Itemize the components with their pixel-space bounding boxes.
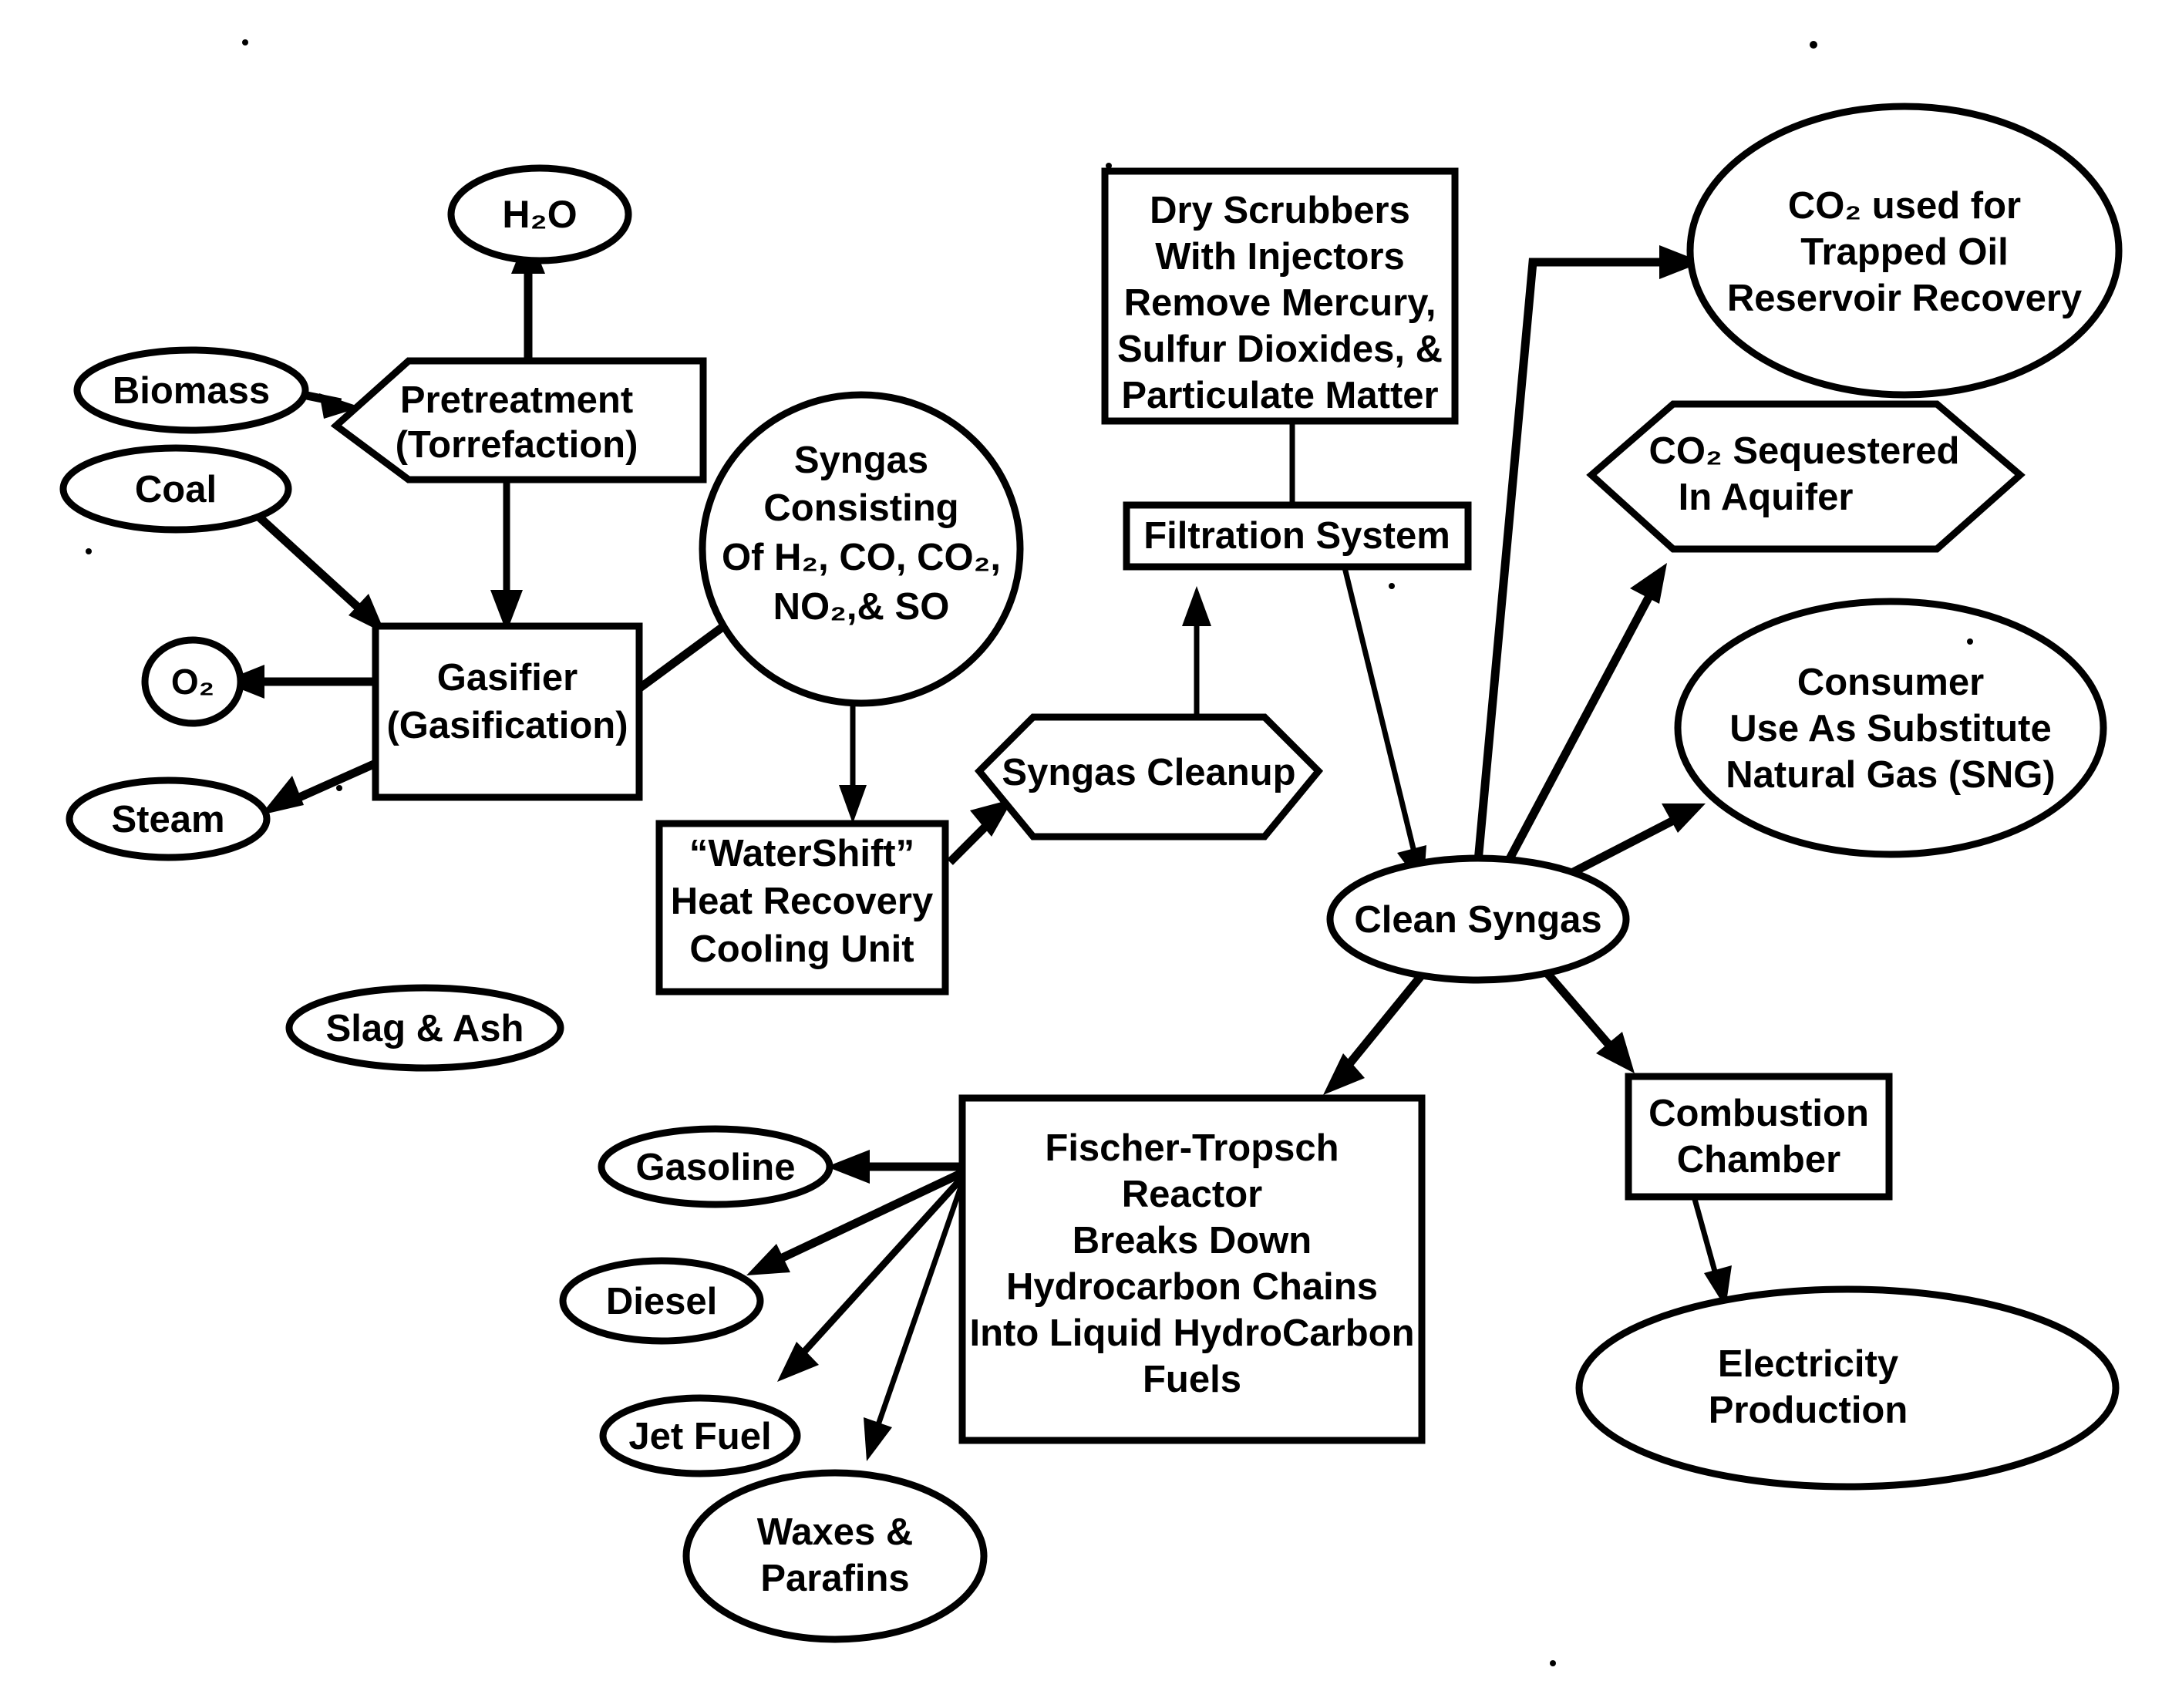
node-jet-fuel-label: Jet Fuel	[628, 1416, 771, 1457]
node-filtration[interactable]: Filtration System	[1123, 501, 1472, 571]
node-watershift-label-1: “WaterShift”	[689, 833, 914, 874]
node-combustion-label-2: Chamber	[1677, 1139, 1840, 1181]
node-co2-oil-label-3: Reservoir Recovery	[1727, 278, 2082, 319]
node-coal-label: Coal	[135, 469, 217, 510]
node-gasoline-label: Gasoline	[636, 1147, 796, 1188]
node-syngas-label-4: NO₂,& SO	[773, 586, 950, 628]
node-gasifier-label-2: (Gasification)	[386, 705, 628, 746]
node-waxes-label-1: Waxes &	[757, 1511, 913, 1553]
node-diesel-label: Diesel	[606, 1281, 717, 1322]
node-biomass-label: Biomass	[113, 370, 270, 412]
node-consumer-label-3: Natural Gas (SNG)	[1726, 754, 2055, 796]
node-pretreatment[interactable]: Pretreatment (Torrefaction)	[330, 357, 707, 483]
node-fischer-label-2: Reactor	[1122, 1174, 1262, 1215]
node-fischer-label-6: Fuels	[1143, 1359, 1241, 1400]
edge-pretreatment-to-gasifier	[490, 478, 523, 632]
node-gasifier[interactable]: Gasifier (Gasification)	[372, 622, 643, 801]
node-fischer-label-4: Hydrocarbon Chains	[1006, 1266, 1378, 1308]
node-waxes-label-2: Parafins	[760, 1558, 909, 1599]
node-co2-aquifer-label-1: CO₂ Sequestered	[1648, 430, 1959, 472]
node-scrubbers-label-1: Dry Scrubbers	[1150, 190, 1410, 231]
node-co2-aquifer-label-2: In Aquifer	[1679, 477, 1854, 518]
node-fischer-tropsch-reactor[interactable]: Fischer-Tropsch Reactor Breaks Down Hydr…	[958, 1094, 1426, 1444]
node-waxes-parafins[interactable]: Waxes & Parafins	[682, 1469, 988, 1643]
node-dry-scrubbers[interactable]: Dry Scrubbers With Injectors Remove Merc…	[1101, 167, 1459, 425]
node-consumer-sng[interactable]: Consumer Use As Substitute Natural Gas (…	[1674, 598, 2107, 858]
node-combustion-label-1: Combustion	[1648, 1093, 1869, 1134]
node-scrubbers-label-3: Remove Mercury,	[1124, 282, 1436, 324]
edge-combustion-to-electricity	[1690, 1193, 1732, 1308]
node-electricity-label-2: Production	[1709, 1390, 1908, 1431]
edge-coal-to-gasifier	[251, 509, 386, 634]
edge-fischer-to-jet-fuel	[777, 1173, 967, 1382]
edge-filtration-to-clean-syngas	[1340, 561, 1426, 888]
node-coal[interactable]: Coal	[59, 444, 292, 534]
node-o2-label: O₂	[171, 662, 214, 702]
node-co2-oil-label-1: CO₂ used for	[1788, 185, 2021, 227]
node-syngas-label-2: Consisting	[763, 487, 958, 529]
node-jet-fuel[interactable]: Jet Fuel	[599, 1394, 801, 1477]
node-o2[interactable]: O₂	[141, 636, 244, 727]
node-syngas-label-1: Syngas	[794, 440, 928, 481]
node-pretreatment-label-2: (Torrefaction)	[396, 424, 638, 466]
node-scrubbers-label-4: Sulfur Dioxides, &	[1117, 328, 1443, 370]
process-flow-diagram: Biomass Coal H₂O Pretreatment (Torrefact…	[0, 0, 2162, 1708]
node-consumer-label-1: Consumer	[1797, 662, 1984, 703]
node-gasifier-label-1: Gasifier	[437, 657, 578, 699]
edge-syngas-cleanup-to-filtration	[1182, 586, 1211, 717]
node-steam[interactable]: Steam	[66, 777, 271, 861]
edge-fischer-to-waxes	[864, 1177, 967, 1461]
node-h2o-label: H₂O	[502, 193, 577, 236]
node-diesel[interactable]: Diesel	[559, 1257, 764, 1345]
node-fischer-label-5: Into Liquid HydroCarbon	[969, 1312, 1414, 1354]
edge-syngas-to-watershift	[839, 694, 867, 824]
node-syngas-cleanup[interactable]: Syngas Cleanup	[974, 713, 1324, 841]
node-filtration-label: Filtration System	[1143, 515, 1450, 557]
edge-gasifier-to-steam	[261, 759, 378, 815]
node-electricity-production[interactable]: Electricity Production	[1575, 1285, 2120, 1491]
edge-watershift-to-syngas-cleanup	[947, 799, 1013, 865]
node-syngas-cleanup-label: Syngas Cleanup	[1002, 752, 1295, 793]
node-biomass[interactable]: Biomass	[73, 346, 309, 434]
node-watershift-label-2: Heat Recovery	[671, 881, 933, 922]
node-syngas[interactable]: Syngas Consisting Of H₂, CO, CO₂, NO₂,& …	[699, 391, 1024, 707]
node-syngas-label-3: Of H₂, CO, CO₂,	[722, 537, 1001, 578]
node-electricity-label-1: Electricity	[1718, 1343, 1898, 1385]
node-clean-syngas[interactable]: Clean Syngas	[1326, 854, 1630, 984]
node-slag-ash[interactable]: Slag & Ash	[285, 984, 564, 1072]
node-watershift-label-3: Cooling Unit	[689, 928, 914, 970]
node-scrubbers-label-5: Particulate Matter	[1121, 375, 1438, 416]
edge-clean-syngas-to-co2-oil	[1471, 245, 1702, 888]
node-fischer-label-3: Breaks Down	[1073, 1220, 1312, 1262]
node-watershift[interactable]: “WaterShift” Heat Recovery Cooling Unit	[655, 820, 949, 995]
node-steam-label: Steam	[111, 799, 224, 841]
node-slag-ash-label: Slag & Ash	[326, 1008, 524, 1049]
node-h2o[interactable]: H₂O	[447, 164, 632, 264]
node-pretreatment-label-1: Pretreatment	[400, 379, 633, 421]
node-combustion-chamber[interactable]: Combustion Chamber	[1625, 1073, 1893, 1201]
flowchart-canvas: Biomass Coal H₂O Pretreatment (Torrefact…	[59, 39, 2123, 1666]
node-gasoline[interactable]: Gasoline	[598, 1125, 833, 1208]
node-fischer-label-1: Fischer-Tropsch	[1045, 1127, 1339, 1169]
node-co2-sequestered-aquifer[interactable]: CO₂ Sequestered In Aquifer	[1586, 400, 2026, 553]
node-clean-syngas-label: Clean Syngas	[1354, 899, 1601, 941]
node-scrubbers-label-2: With Injectors	[1155, 236, 1405, 278]
node-co2-trapped-oil[interactable]: CO₂ used for Trapped Oil Reservoir Recov…	[1686, 103, 2123, 399]
edge-gasifier-to-o2	[222, 665, 375, 699]
node-consumer-label-2: Use As Substitute	[1729, 708, 2051, 750]
node-co2-oil-label-2: Trapped Oil	[1800, 231, 2009, 273]
